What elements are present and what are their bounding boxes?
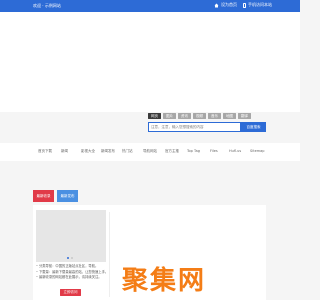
nav-item[interactable]: 首页下载 [38, 149, 52, 154]
watermark-logo: 聚集网 [121, 265, 206, 293]
nav-item[interactable]: Hufl.us [229, 149, 241, 153]
search-tab-news[interactable]: 资讯 [178, 113, 191, 119]
info-line: 最新收录的网站都在此展示，请持续关注。 [36, 275, 108, 281]
filter-tabs: 最新收录 最新发布 [33, 190, 78, 202]
category-nav: 首页下载 新闻 影视大全 新闻发布 热门站 导航网站 官方主推 Top Tag … [0, 143, 300, 161]
carousel-image[interactable] [36, 210, 106, 262]
nav-item[interactable]: 新闻发布 [101, 149, 115, 154]
carousel-dot[interactable] [67, 257, 69, 259]
mobile-access-label: 手机访问本站 [248, 2, 272, 7]
nav-item[interactable]: 新闻 [61, 149, 68, 154]
search-tab-translate[interactable]: 翻译 [238, 113, 251, 119]
nav-item[interactable]: 影视大全 [81, 149, 95, 154]
set-homepage-label: 设为首页 [221, 2, 237, 7]
nav-item[interactable]: Sitemap [250, 149, 265, 153]
filter-tab-published[interactable]: 最新发布 [57, 190, 78, 202]
content-divider [109, 212, 110, 297]
search-tab-images[interactable]: 图片 [163, 113, 176, 119]
search-input[interactable] [148, 122, 241, 132]
nav-item[interactable]: Top Tag [187, 149, 200, 153]
mobile-icon [243, 2, 246, 8]
nav-item[interactable]: 导航网站 [143, 149, 157, 154]
topbar-links: 设为首页 手机访问本站 [214, 2, 272, 8]
top-bar: 欢迎 · 示例网站 设为首页 手机访问本站 [0, 0, 300, 12]
home-icon [214, 3, 219, 7]
set-homepage-link[interactable]: 设为首页 [214, 2, 237, 8]
search-tab-video[interactable]: 视频 [193, 113, 206, 119]
carousel-dot[interactable] [70, 257, 73, 259]
search-tab-map[interactable]: 地图 [223, 113, 236, 119]
info-list: 分类导航：中国的正版站点社区，导航。 下载量：最新下载量最高的站，让您快速上手。… [36, 264, 108, 281]
nav-item[interactable]: Files [210, 149, 218, 153]
search-row: 百度搜索 [148, 122, 266, 132]
mobile-access-link[interactable]: 手机访问本站 [243, 2, 272, 8]
filter-tab-latest[interactable]: 最新收录 [33, 190, 54, 202]
nav-item[interactable]: 官方主推 [165, 149, 179, 154]
nav-item[interactable]: 热门站 [122, 149, 133, 154]
info-line: 分类导航：中国的正版站点社区，导航。 [36, 264, 108, 270]
welcome-text: 欢迎 · 示例网站 [33, 3, 61, 8]
carousel-dots [67, 257, 73, 259]
search-tabs: 网页 图片 资讯 视频 音乐 地图 翻译 [148, 113, 251, 119]
visit-button[interactable]: 立即访问 [60, 289, 81, 296]
search-tab-web[interactable]: 网页 [148, 113, 161, 119]
header-area [0, 12, 300, 112]
search-button[interactable]: 百度搜索 [241, 122, 266, 132]
search-tab-music[interactable]: 音乐 [208, 113, 221, 119]
svg-text:聚集网: 聚集网 [121, 265, 206, 293]
